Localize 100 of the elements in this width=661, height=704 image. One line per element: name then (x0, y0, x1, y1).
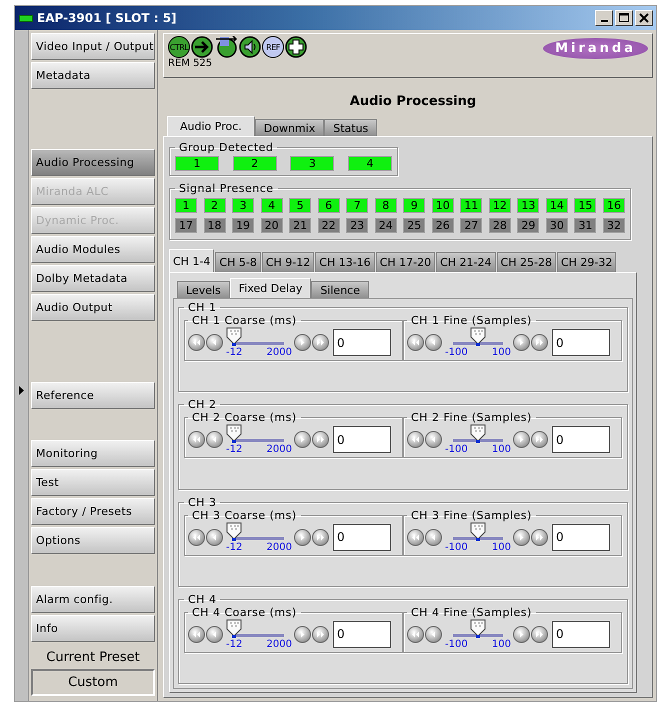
signal-indicator: 32 (602, 218, 625, 233)
sidebar-item[interactable]: Options (31, 527, 155, 554)
tab[interactable]: Levels (177, 281, 230, 298)
step-back-button[interactable] (425, 626, 442, 643)
value-input[interactable]: 0 (333, 524, 391, 550)
fast-forward-button[interactable] (531, 528, 548, 546)
fast-forward-button[interactable] (312, 334, 329, 351)
tab[interactable]: CH 9-12 (262, 252, 314, 272)
signal-indicator: 29 (517, 218, 540, 233)
value-input[interactable]: 0 (333, 329, 391, 356)
status-text: REM 525 (168, 58, 214, 69)
slider-thumb[interactable] (470, 618, 486, 639)
value-input[interactable]: 0 (333, 620, 391, 648)
fast-forward-button[interactable] (531, 626, 548, 643)
rewind-button[interactable] (407, 334, 424, 351)
value-input[interactable]: 0 (552, 329, 610, 356)
speaker-icon[interactable] (239, 36, 261, 58)
slider-thumb[interactable] (226, 618, 242, 639)
rewind-button[interactable] (188, 626, 205, 643)
tab[interactable]: Downmix (254, 119, 324, 136)
sidebar-item[interactable]: Audio Modules (31, 236, 155, 263)
slider-title: CH 4 Fine (Samples) (410, 606, 533, 619)
sidebar-item[interactable]: Monitoring (31, 440, 155, 467)
close-button[interactable] (635, 10, 653, 26)
value-input[interactable]: 0 (552, 524, 610, 550)
signal-indicator: 20 (260, 218, 283, 233)
step-back-button[interactable] (425, 334, 442, 351)
rewind-button[interactable] (407, 528, 424, 546)
rewind-button[interactable] (188, 528, 205, 546)
tab[interactable]: CH 21-24 (436, 252, 496, 272)
sidebar-item[interactable]: Reference (31, 382, 155, 409)
reference-icon[interactable]: REF (262, 36, 284, 58)
rewind-button[interactable] (188, 431, 205, 448)
sidebar-item[interactable]: Audio Processing (31, 149, 155, 176)
tab[interactable]: CH 1-4 (169, 249, 214, 272)
rewind-button[interactable] (407, 431, 424, 448)
step-back-button[interactable] (206, 334, 223, 351)
plus-icon[interactable] (285, 36, 307, 58)
tab[interactable]: Silence (311, 281, 369, 298)
sidebar-item[interactable]: Alarm config. (31, 586, 155, 613)
tab[interactable]: Fixed Delay (230, 278, 312, 298)
logo: Miranda (543, 38, 648, 59)
slider-thumb[interactable] (470, 522, 486, 542)
slider-thumb[interactable] (226, 522, 242, 542)
sidebar-item[interactable]: Dolby Metadata (31, 265, 155, 292)
tab[interactable]: CH 25-28 (496, 252, 556, 272)
signal-indicator: 21 (289, 218, 312, 233)
sidebar-item[interactable]: Factory / Presets (31, 498, 155, 525)
slider-title: CH 4 Coarse (ms) (191, 606, 298, 619)
fast-forward-button[interactable] (531, 334, 548, 351)
sidebar-item[interactable]: Video Input / Output (31, 33, 155, 60)
step-forward-button[interactable] (294, 626, 311, 643)
slider-title: CH 3 Coarse (ms) (191, 508, 298, 522)
tab[interactable]: CH 5-8 (215, 252, 261, 272)
slider-title: CH 1 Fine (Samples) (410, 314, 533, 327)
maximize-button[interactable] (615, 10, 633, 26)
step-back-button[interactable] (425, 431, 442, 448)
sidebar-item[interactable]: Info (31, 615, 155, 642)
step-back-button[interactable] (206, 626, 223, 643)
step-back-button[interactable] (206, 431, 223, 448)
tab[interactable]: CH 29-32 (556, 252, 616, 272)
group-title: Group Detected (178, 141, 274, 154)
fast-forward-button[interactable] (312, 528, 329, 546)
step-back-button[interactable] (206, 528, 223, 546)
slider-thumb[interactable] (226, 327, 242, 347)
value-input[interactable]: 0 (552, 426, 610, 454)
step-forward-button[interactable] (294, 334, 311, 351)
tab[interactable]: Status (324, 119, 378, 136)
minimize-button[interactable] (595, 10, 613, 26)
signal-indicator: 16 (602, 198, 625, 213)
sidebar-item[interactable]: Audio Output (31, 294, 155, 321)
rewind-button[interactable] (407, 626, 424, 643)
step-forward-button[interactable] (294, 431, 311, 448)
tab[interactable]: Audio Proc. (167, 116, 255, 136)
value-input[interactable]: 0 (552, 620, 610, 648)
sidebar-item[interactable]: Metadata (31, 62, 155, 89)
step-forward-button[interactable] (294, 528, 311, 546)
slider-thumb[interactable] (470, 424, 486, 444)
signal-indicator: 31 (574, 218, 596, 233)
slider-thumb[interactable] (470, 327, 486, 347)
signal-indicator: 15 (574, 198, 596, 213)
tab[interactable]: CH 13-16 (315, 252, 375, 272)
sidebar-item[interactable]: Test (31, 469, 155, 496)
fast-forward-button[interactable] (531, 431, 548, 448)
step-back-button[interactable] (425, 528, 442, 546)
control-icon[interactable]: CTRL (168, 36, 190, 58)
step-forward-button[interactable] (513, 334, 530, 351)
fast-forward-button[interactable] (312, 431, 329, 448)
step-forward-button[interactable] (513, 431, 530, 448)
tab[interactable]: CH 17-20 (376, 252, 436, 272)
slider-thumb[interactable] (226, 424, 242, 444)
step-forward-button[interactable] (513, 626, 530, 643)
routing-icon[interactable] (214, 36, 238, 58)
max-label: 2000 (266, 444, 292, 456)
step-forward-button[interactable] (513, 528, 530, 546)
signal-indicator: 14 (546, 198, 568, 213)
rewind-button[interactable] (188, 334, 205, 351)
value-input[interactable]: 0 (333, 426, 391, 454)
fast-forward-button[interactable] (312, 626, 329, 643)
card-icon (19, 14, 33, 22)
